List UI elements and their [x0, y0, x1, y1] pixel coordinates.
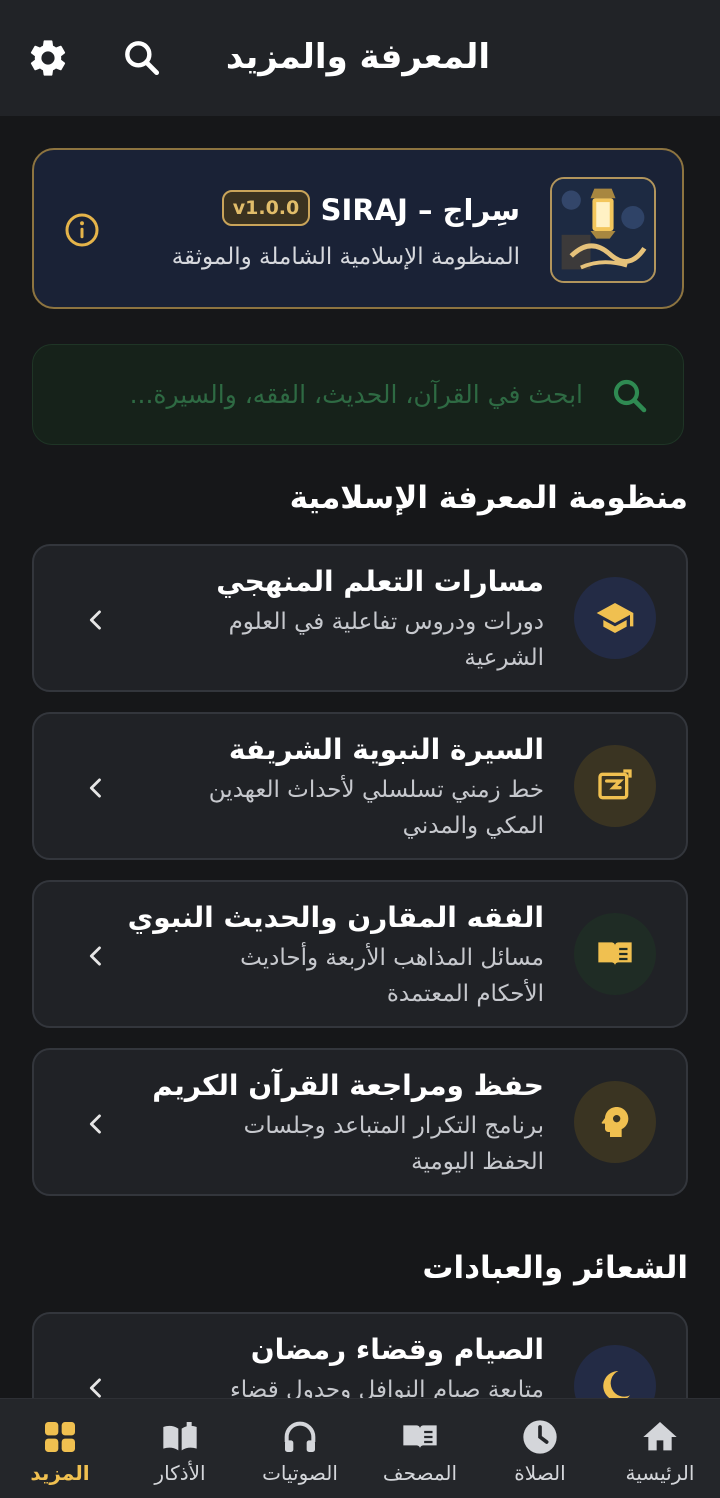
card-title: مسارات التعلم المنهجي [216, 565, 544, 598]
nav-label: الصوتيات [262, 1461, 338, 1485]
nav-label: الصلاة [514, 1461, 566, 1485]
nav-prayer[interactable]: الصلاة [480, 1399, 600, 1498]
card-title: السيرة النبوية الشريفة [228, 733, 544, 766]
card-title: حفظ ومراجعة القرآن الكريم [152, 1069, 544, 1102]
search-icon [609, 375, 651, 417]
card-title: الصيام وقضاء رمضان [250, 1333, 544, 1366]
quran-book-icon [403, 1425, 437, 1449]
graduation-cap-icon [574, 577, 656, 659]
nav-label: المزيد [30, 1461, 90, 1485]
card-description: خط زمني تسلسلي لأحداث العهدين المكي والم… [208, 777, 544, 839]
grid-icon [45, 1422, 75, 1452]
app-info-card[interactable]: سِراج – SIRAJ v1.0.0 المنظومة الإسلامية … [32, 148, 684, 309]
search-icon[interactable] [120, 36, 164, 80]
home-icon [643, 1422, 677, 1451]
card-quran-memorization[interactable]: حفظ ومراجعة القرآن الكريم برنامج التكرار… [32, 1048, 688, 1196]
card-description: مسائل المذاهب الأربعة وأحاديث الأحكام ال… [240, 945, 544, 1007]
siraj-lantern-logo [550, 177, 656, 283]
nav-home[interactable]: الرئيسية [600, 1399, 720, 1498]
version-badge: v1.0.0 [222, 190, 310, 226]
nav-more[interactable]: المزيد [0, 1399, 120, 1498]
map-history-icon [574, 745, 656, 827]
card-title: الفقه المقارن والحديث النبوي [127, 901, 544, 934]
chevron-left-icon [82, 606, 110, 634]
card-learning-paths[interactable]: مسارات التعلم المنهجي دورات ودروس تفاعلي… [32, 544, 688, 692]
nav-audio[interactable]: الصوتيات [240, 1399, 360, 1498]
gear-icon[interactable] [26, 36, 70, 80]
memory-head-icon [574, 1081, 656, 1163]
clock-icon [523, 1420, 557, 1454]
nav-label: الأذكار [154, 1461, 206, 1485]
chevron-left-icon [82, 1110, 110, 1138]
chevron-left-icon [82, 942, 110, 970]
open-book-stand-icon [163, 1422, 197, 1451]
section-title-knowledge: منظومة المعرفة الإسلامية [289, 480, 688, 516]
nav-label: الرئيسية [625, 1461, 695, 1485]
card-fiqh-hadith[interactable]: الفقه المقارن والحديث النبوي مسائل المذا… [32, 880, 688, 1028]
app-bar: المعرفة والمزيد [0, 0, 720, 116]
chevron-left-icon [82, 774, 110, 802]
search-placeholder: ابحث في القرآن، الحديث، الفقه، والسيرة..… [129, 380, 583, 409]
search-input[interactable]: ابحث في القرآن، الحديث، الفقه، والسيرة..… [32, 344, 684, 445]
nav-mushaf[interactable]: المصحف [360, 1399, 480, 1498]
card-seerah[interactable]: السيرة النبوية الشريفة خط زمني تسلسلي لأ… [32, 712, 688, 860]
app-name: سِراج – SIRAJ [320, 193, 520, 227]
app-tagline: المنظومة الإسلامية الشاملة والموثقة [171, 244, 520, 270]
open-book-icon [574, 913, 656, 995]
card-description: دورات ودروس تفاعلية في العلوم الشرعية [228, 609, 544, 671]
headphones-icon [284, 1421, 316, 1452]
page-title: المعرفة والمزيد [225, 37, 490, 77]
section-title-worship: الشعائر والعبادات [422, 1250, 688, 1286]
bottom-navigation: الرئيسية الصلاة المصحف الصوتيات الأذكار … [0, 1398, 720, 1498]
nav-adhkar[interactable]: الأذكار [120, 1399, 240, 1498]
card-description: برنامج التكرار المتباعد وجلسات الحفظ الي… [243, 1113, 544, 1175]
nav-label: المصحف [382, 1461, 458, 1485]
info-icon[interactable] [64, 212, 100, 248]
